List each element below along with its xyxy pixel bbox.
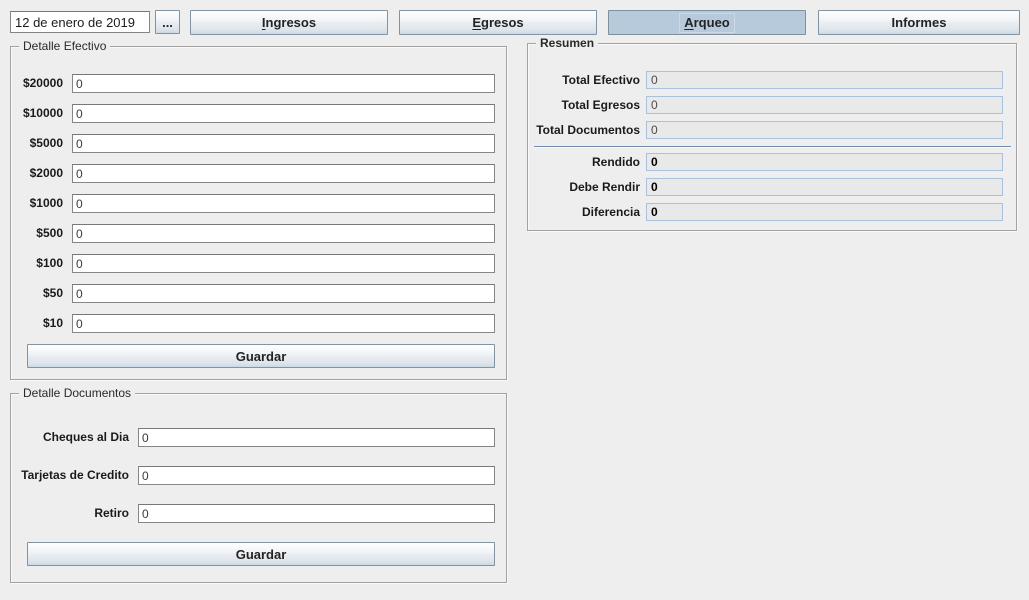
document-input-retiro[interactable] [138, 504, 495, 523]
panel-detalle-efectivo: Detalle Efectivo $20000 $10000 $5000 $20… [10, 46, 507, 380]
nav-button-arqueo[interactable]: Arqueo [608, 10, 806, 35]
summary-value-debe-rendir: 0 [646, 178, 1003, 196]
denomination-input-5000[interactable] [72, 134, 495, 153]
denomination-input-20000[interactable] [72, 74, 495, 93]
denomination-input-50[interactable] [72, 284, 495, 303]
nav-button-informes-label: Informes [892, 15, 947, 30]
nav-button-egresos-label: Egresos [472, 15, 523, 30]
denomination-label-100: $100 [11, 254, 63, 273]
summary-label-total-documentos: Total Documentos [528, 121, 640, 140]
save-documentos-button[interactable]: Guardar [27, 542, 495, 566]
summary-value-rendido: 0 [646, 153, 1003, 171]
denomination-label-50: $50 [11, 284, 63, 303]
summary-label-rendido: Rendido [528, 153, 640, 172]
nav-button-arqueo-label: Arqueo [679, 13, 735, 33]
denomination-label-5000: $5000 [11, 134, 63, 153]
denomination-label-500: $500 [11, 224, 63, 243]
denomination-label-20000: $20000 [11, 74, 63, 93]
summary-label-diferencia: Diferencia [528, 203, 640, 222]
summary-value-diferencia: 0 [646, 203, 1003, 221]
panel-resumen-title: Resumen [536, 36, 598, 51]
summary-value-total-documentos: 0 [646, 121, 1003, 139]
document-label-tarjetas: Tarjetas de Credito [21, 466, 129, 485]
denomination-label-1000: $1000 [11, 194, 63, 213]
document-input-cheques[interactable] [138, 428, 495, 447]
denomination-input-10[interactable] [72, 314, 495, 333]
denomination-input-500[interactable] [72, 224, 495, 243]
panel-detalle-efectivo-title: Detalle Efectivo [19, 39, 110, 54]
denomination-label-10000: $10000 [11, 104, 63, 123]
date-browse-button[interactable]: ... [155, 10, 180, 34]
date-input[interactable] [10, 11, 150, 33]
summary-value-total-egresos: 0 [646, 96, 1003, 114]
summary-value-total-efectivo: 0 [646, 71, 1003, 89]
document-label-cheques: Cheques al Dia [21, 428, 129, 447]
document-input-tarjetas[interactable] [138, 466, 495, 485]
nav-button-egresos[interactable]: Egresos [399, 10, 597, 35]
nav-button-informes[interactable]: Informes [818, 10, 1020, 35]
summary-label-total-efectivo: Total Efectivo [528, 71, 640, 90]
denomination-input-100[interactable] [72, 254, 495, 273]
save-efectivo-button[interactable]: Guardar [27, 344, 495, 368]
denomination-input-10000[interactable] [72, 104, 495, 123]
document-label-retiro: Retiro [21, 504, 129, 523]
denomination-label-10: $10 [11, 314, 63, 333]
nav-button-ingresos[interactable]: Ingresos [190, 10, 388, 35]
denomination-label-2000: $2000 [11, 164, 63, 183]
summary-label-total-egresos: Total Egresos [528, 96, 640, 115]
denomination-input-2000[interactable] [72, 164, 495, 183]
denomination-input-1000[interactable] [72, 194, 495, 213]
panel-detalle-documentos: Detalle Documentos Cheques al Dia Tarjet… [10, 393, 507, 583]
panel-resumen: Resumen Total Efectivo 0 Total Egresos 0… [527, 43, 1017, 231]
nav-button-ingresos-label: Ingresos [262, 15, 316, 30]
panel-detalle-documentos-title: Detalle Documentos [19, 386, 135, 401]
summary-separator [534, 146, 1011, 147]
summary-label-debe-rendir: Debe Rendir [528, 178, 640, 197]
